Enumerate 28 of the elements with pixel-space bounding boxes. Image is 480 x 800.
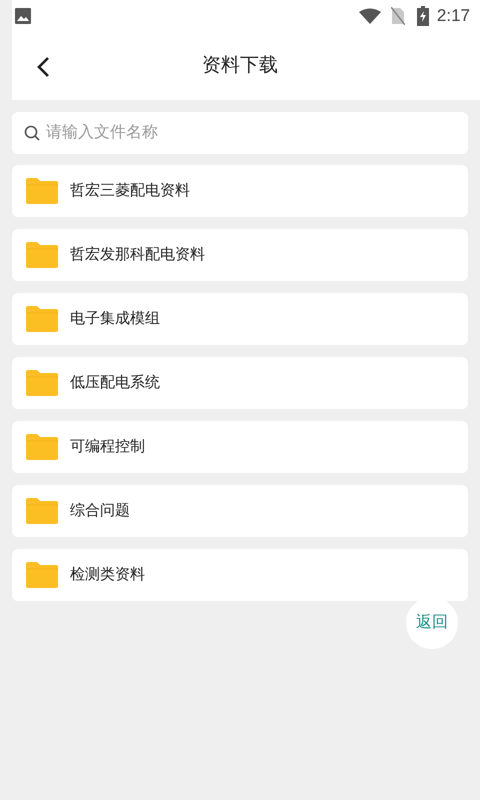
folder-icon: [26, 498, 58, 524]
folder-name: 哲宏三菱配电资料: [70, 180, 190, 201]
folder-icon: [26, 178, 58, 204]
folder-name: 哲宏发那科配电资料: [70, 244, 205, 265]
search-field[interactable]: 请输入文件名称: [12, 112, 468, 154]
wifi-icon: [358, 8, 381, 24]
folder-icon: [26, 306, 58, 332]
folder-item[interactable]: 可编程控制: [12, 421, 468, 473]
folder-name: 低压配电系统: [70, 372, 160, 393]
folder-item[interactable]: 综合问题: [12, 485, 468, 537]
folder-icon: [26, 370, 58, 396]
status-time: 2:17: [436, 5, 470, 28]
search-icon: [24, 125, 40, 141]
folder-icon: [26, 562, 58, 588]
battery-charging-icon: [416, 6, 429, 26]
folder-item[interactable]: 低压配电系统: [12, 357, 468, 409]
folder-item[interactable]: 电子集成模组: [12, 293, 468, 345]
no-sim-icon: [390, 7, 405, 25]
folder-item[interactable]: 检测类资料: [12, 549, 468, 601]
folder-name: 检测类资料: [70, 564, 145, 585]
folder-item[interactable]: 哲宏发那科配电资料: [12, 229, 468, 281]
folder-item[interactable]: 哲宏三菱配电资料: [12, 165, 468, 217]
folder-name: 综合问题: [70, 500, 130, 521]
folder-icon: [26, 242, 58, 268]
folder-name: 可编程控制: [70, 436, 145, 457]
page-title: 资料下载: [202, 54, 278, 78]
folder-name: 电子集成模组: [70, 308, 160, 329]
folder-icon: [26, 434, 58, 460]
